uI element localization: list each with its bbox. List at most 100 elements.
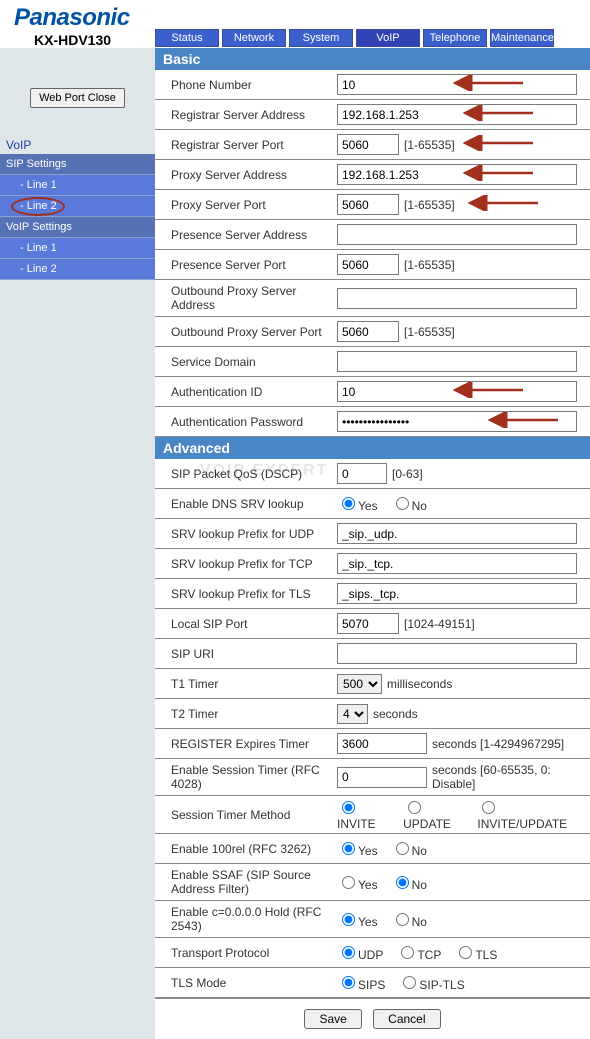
label-proxy-port: Proxy Server Port <box>155 196 335 214</box>
registrar-port-hint: [1-65535] <box>404 138 455 152</box>
presence-port-hint: [1-65535] <box>404 258 455 272</box>
sidebar-voip-line2[interactable]: - Line 2 <box>0 259 155 280</box>
sidebar-sip-settings[interactable]: SIP Settings <box>0 154 155 175</box>
sidebar-title: VoIP <box>6 138 155 152</box>
tlsmode-siptls[interactable] <box>403 976 416 989</box>
service-domain-input[interactable] <box>337 351 577 372</box>
srv-udp-input[interactable] <box>337 523 577 544</box>
sip-qos-input[interactable] <box>337 463 387 484</box>
tab-maintenance[interactable]: Maintenance <box>490 29 554 47</box>
presence-port-input[interactable] <box>337 254 399 275</box>
registrar-addr-input[interactable] <box>337 104 577 125</box>
label-presence-addr: Presence Server Address <box>155 226 335 244</box>
local-sip-input[interactable] <box>337 613 399 634</box>
transport-tcp[interactable] <box>401 946 414 959</box>
reg-exp-input[interactable] <box>337 733 427 754</box>
proxy-port-input[interactable] <box>337 194 399 215</box>
label-outbound-addr: Outbound Proxy Server Address <box>155 282 335 314</box>
outbound-port-hint: [1-65535] <box>404 325 455 339</box>
sidebar-sip-line1[interactable]: - Line 1 <box>0 175 155 196</box>
section-advanced: Advanced <box>155 437 590 459</box>
srv-tls-input[interactable] <box>337 583 577 604</box>
tab-voip[interactable]: VoIP <box>356 29 420 47</box>
label-session-timer: Enable Session Timer (RFC 4028) <box>155 761 335 793</box>
t1-unit: milliseconds <box>387 677 452 691</box>
label-presence-port: Presence Server Port <box>155 256 335 274</box>
session-timer-hint: seconds [60-65535, 0: Disable] <box>432 763 584 791</box>
sess-method-invite[interactable] <box>342 801 355 814</box>
top-nav: Status Network System VoIP Telephone Mai… <box>155 29 554 47</box>
model-name: KX-HDV130 <box>34 32 111 48</box>
sess-method-both[interactable] <box>482 801 495 814</box>
sidebar-sip-line2[interactable]: - Line 2 <box>0 196 155 217</box>
sip-qos-hint: [0-63] <box>392 467 423 481</box>
label-srv-udp: SRV lookup Prefix for UDP <box>155 525 335 543</box>
label-ssaf: Enable SSAF (SIP Source Address Filter) <box>155 866 335 898</box>
phone-number-input[interactable] <box>337 74 577 95</box>
web-port-close-button[interactable]: Web Port Close <box>30 88 125 108</box>
label-srv-tls: SRV lookup Prefix for TLS <box>155 585 335 603</box>
tab-telephone[interactable]: Telephone <box>423 29 487 47</box>
label-session-method: Session Timer Method <box>155 806 335 824</box>
label-dns-srv: Enable DNS SRV lookup <box>155 495 335 513</box>
t2-unit: seconds <box>373 707 418 721</box>
label-proxy-addr: Proxy Server Address <box>155 166 335 184</box>
tab-status[interactable]: Status <box>155 29 219 47</box>
sidebar-voip-line1[interactable]: - Line 1 <box>0 238 155 259</box>
c0hold-yes[interactable] <box>342 913 355 926</box>
label-service-domain: Service Domain <box>155 353 335 371</box>
label-tlsmode: TLS Mode <box>155 974 335 992</box>
cancel-button[interactable]: Cancel <box>373 1009 440 1029</box>
transport-udp[interactable] <box>342 946 355 959</box>
label-local-sip: Local SIP Port <box>155 615 335 633</box>
label-auth-id: Authentication ID <box>155 383 335 401</box>
t2-select[interactable]: 4 <box>337 704 368 724</box>
label-c0hold: Enable c=0.0.0.0 Hold (RFC 2543) <box>155 903 335 935</box>
label-t1: T1 Timer <box>155 675 335 693</box>
local-sip-hint: [1024-49151] <box>404 617 475 631</box>
transport-tls[interactable] <box>459 946 472 959</box>
label-auth-pw: Authentication Password <box>155 413 335 431</box>
100rel-no[interactable] <box>396 842 409 855</box>
label-100rel: Enable 100rel (RFC 3262) <box>155 840 335 858</box>
label-sip-uri: SIP URI <box>155 645 335 663</box>
100rel-yes[interactable] <box>342 842 355 855</box>
auth-id-input[interactable] <box>337 381 577 402</box>
label-transport: Transport Protocol <box>155 944 335 962</box>
proxy-addr-input[interactable] <box>337 164 577 185</box>
label-srv-tcp: SRV lookup Prefix for TCP <box>155 555 335 573</box>
label-t2: T2 Timer <box>155 705 335 723</box>
outbound-addr-input[interactable] <box>337 288 577 309</box>
t1-select[interactable]: 500 <box>337 674 382 694</box>
label-phone-number: Phone Number <box>155 76 335 94</box>
reg-exp-hint: seconds [1-4294967295] <box>432 737 564 751</box>
brand-logo: Panasonic <box>14 4 576 32</box>
label-registrar-addr: Registrar Server Address <box>155 106 335 124</box>
srv-tcp-input[interactable] <box>337 553 577 574</box>
tlsmode-sips[interactable] <box>342 976 355 989</box>
label-registrar-port: Registrar Server Port <box>155 136 335 154</box>
sip-uri-input[interactable] <box>337 643 577 664</box>
outbound-port-input[interactable] <box>337 321 399 342</box>
arrow-icon <box>455 135 535 151</box>
label-reg-exp: REGISTER Expires Timer <box>155 735 335 753</box>
label-sip-qos: SIP Packet QoS (DSCP) <box>155 465 335 483</box>
tab-system[interactable]: System <box>289 29 353 47</box>
registrar-port-input[interactable] <box>337 134 399 155</box>
session-timer-input[interactable] <box>337 767 427 788</box>
proxy-port-hint: [1-65535] <box>404 198 455 212</box>
dns-srv-no[interactable] <box>396 497 409 510</box>
ssaf-no[interactable] <box>396 876 409 889</box>
presence-addr-input[interactable] <box>337 224 577 245</box>
label-outbound-port: Outbound Proxy Server Port <box>155 323 335 341</box>
dns-srv-yes[interactable] <box>342 497 355 510</box>
sess-method-update[interactable] <box>408 801 421 814</box>
sidebar-voip-settings[interactable]: VoIP Settings <box>0 217 155 238</box>
save-button[interactable]: Save <box>304 1009 361 1029</box>
auth-pw-input[interactable] <box>337 411 577 432</box>
ssaf-yes[interactable] <box>342 876 355 889</box>
section-basic: Basic <box>155 48 590 70</box>
tab-network[interactable]: Network <box>222 29 286 47</box>
c0hold-no[interactable] <box>396 913 409 926</box>
arrow-icon <box>460 195 540 211</box>
